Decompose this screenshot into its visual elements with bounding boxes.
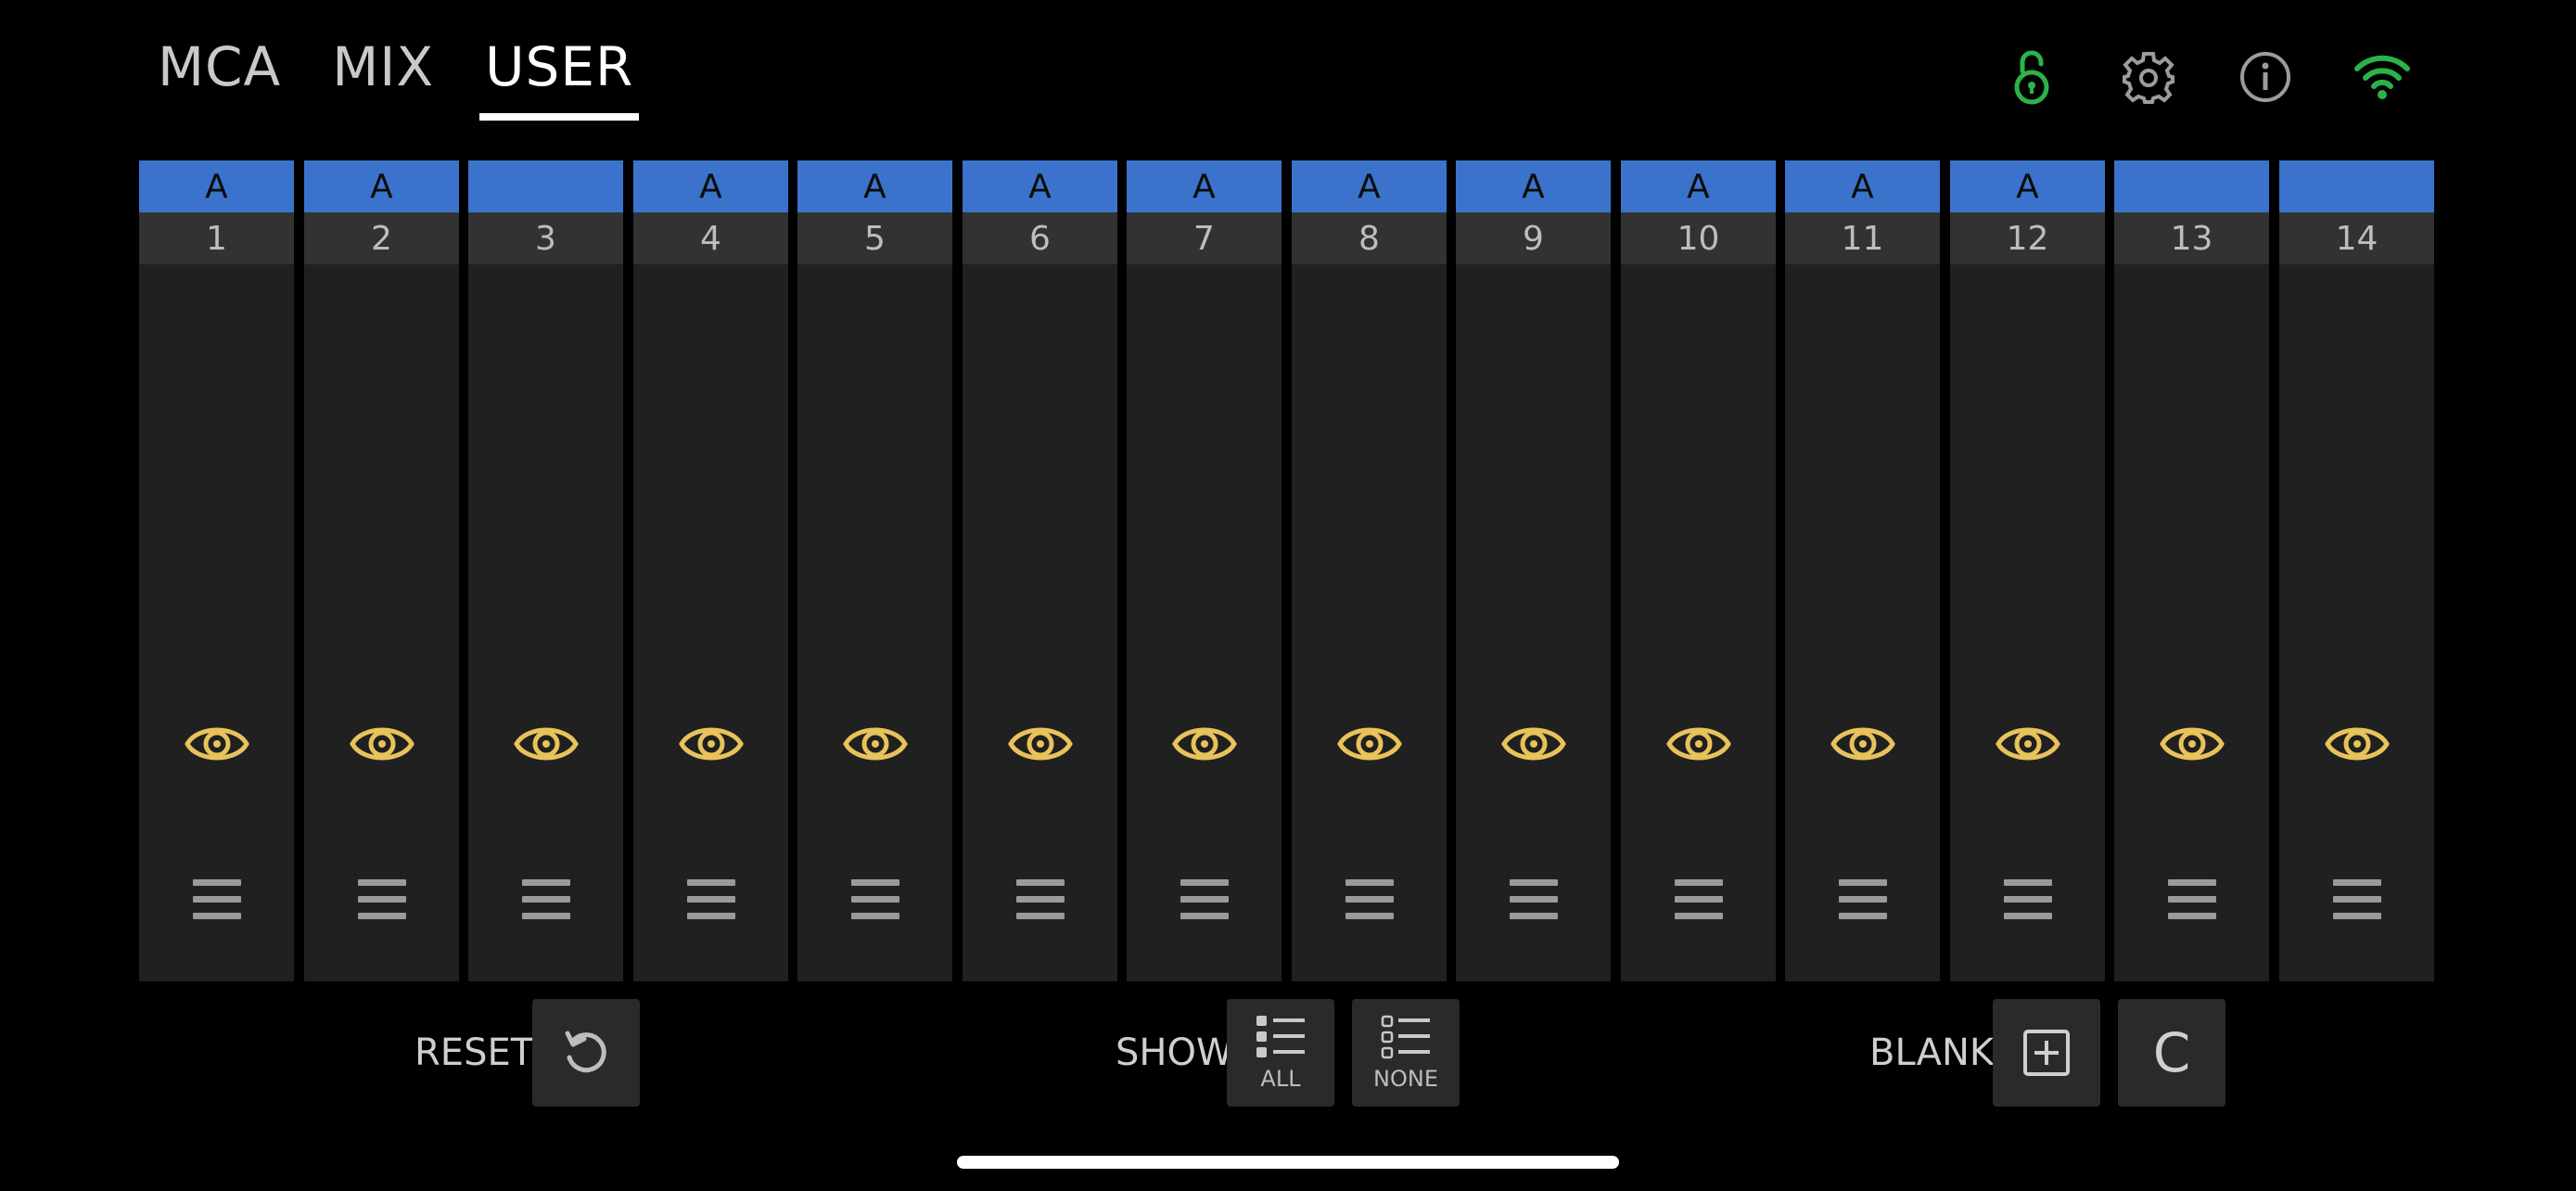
tab-user[interactable]: USER bbox=[479, 0, 640, 121]
tab-mix[interactable]: MIX bbox=[332, 0, 434, 121]
strip-number: 1 bbox=[139, 212, 294, 264]
strip-number: 13 bbox=[2114, 212, 2269, 264]
checklist-empty-icon bbox=[1381, 1015, 1430, 1059]
strip-number: 11 bbox=[1785, 212, 1940, 264]
checklist-filled-icon bbox=[1256, 1016, 1305, 1057]
strip-tag[interactable]: A bbox=[797, 160, 952, 212]
strip-tag[interactable]: A bbox=[1127, 160, 1282, 212]
hamburger-menu-icon[interactable] bbox=[1345, 879, 1394, 922]
eye-icon[interactable] bbox=[2159, 720, 2225, 768]
clear-button-label: C bbox=[2152, 1021, 2191, 1084]
clear-button[interactable]: C bbox=[2118, 999, 2225, 1107]
tab-bar: MCA MIX USER bbox=[158, 0, 684, 130]
strip-tag[interactable]: A bbox=[304, 160, 459, 212]
hamburger-menu-icon[interactable] bbox=[686, 879, 735, 922]
channel-strip[interactable]: A 2 bbox=[304, 160, 459, 981]
eye-icon[interactable] bbox=[1665, 720, 1731, 768]
strip-tag[interactable]: A bbox=[1456, 160, 1611, 212]
channel-strip[interactable]: A 1 bbox=[139, 160, 294, 981]
strip-tag[interactable]: A bbox=[1621, 160, 1776, 212]
strip-tag[interactable]: A bbox=[139, 160, 294, 212]
strip-tag[interactable] bbox=[2279, 160, 2434, 212]
strip-number: 5 bbox=[797, 212, 952, 264]
show-none-button[interactable]: NONE bbox=[1352, 999, 1460, 1107]
hamburger-menu-icon[interactable] bbox=[850, 879, 899, 922]
reset-button[interactable] bbox=[532, 999, 640, 1107]
channel-strip[interactable]: A 10 bbox=[1621, 160, 1776, 981]
eye-icon[interactable] bbox=[1995, 720, 2060, 768]
channel-strip[interactable]: 14 bbox=[2279, 160, 2434, 981]
hamburger-menu-icon[interactable] bbox=[521, 879, 570, 922]
strip-number: 8 bbox=[1292, 212, 1447, 264]
unlocked-padlock-icon[interactable] bbox=[2003, 48, 2060, 106]
strip-tag[interactable]: A bbox=[1950, 160, 2105, 212]
strip-tag[interactable]: A bbox=[963, 160, 1117, 212]
hamburger-menu-icon[interactable] bbox=[1509, 879, 1558, 922]
strip-number: 14 bbox=[2279, 212, 2434, 264]
blank-label: BLANK bbox=[1869, 1031, 1995, 1074]
eye-icon[interactable] bbox=[842, 720, 908, 768]
hamburger-menu-icon[interactable] bbox=[357, 879, 406, 922]
strip-tag[interactable] bbox=[2114, 160, 2269, 212]
home-indicator[interactable] bbox=[957, 1156, 1619, 1169]
eye-icon[interactable] bbox=[1171, 720, 1237, 768]
strip-tag[interactable] bbox=[468, 160, 623, 212]
channel-strips: A 1 A 2 3 A 4 A 5 A 6 A 7 A 8 A 9 A 10 A… bbox=[139, 160, 2437, 981]
eye-icon[interactable] bbox=[2324, 720, 2390, 768]
channel-strip[interactable]: A 11 bbox=[1785, 160, 1940, 981]
hamburger-menu-icon[interactable] bbox=[1180, 879, 1229, 922]
strip-number: 4 bbox=[633, 212, 788, 264]
wifi-icon[interactable] bbox=[2353, 48, 2411, 106]
plus-square-icon bbox=[2023, 1030, 2070, 1076]
strip-tag[interactable]: A bbox=[1292, 160, 1447, 212]
strip-tag[interactable]: A bbox=[633, 160, 788, 212]
eye-icon[interactable] bbox=[1336, 720, 1402, 768]
strip-number: 2 bbox=[304, 212, 459, 264]
hamburger-menu-icon[interactable] bbox=[2332, 879, 2381, 922]
tab-mca[interactable]: MCA bbox=[158, 0, 281, 121]
strip-number: 12 bbox=[1950, 212, 2105, 264]
channel-strip[interactable]: A 5 bbox=[797, 160, 952, 981]
hamburger-menu-icon[interactable] bbox=[2003, 879, 2052, 922]
show-none-label: NONE bbox=[1373, 1066, 1438, 1092]
gear-icon[interactable] bbox=[2120, 48, 2177, 106]
hamburger-menu-icon[interactable] bbox=[2167, 879, 2216, 922]
strip-number: 10 bbox=[1621, 212, 1776, 264]
strip-number: 7 bbox=[1127, 212, 1282, 264]
strip-tag[interactable]: A bbox=[1785, 160, 1940, 212]
show-label: SHOW bbox=[1116, 1031, 1233, 1074]
eye-icon[interactable] bbox=[1500, 720, 1566, 768]
channel-strip[interactable]: A 6 bbox=[963, 160, 1117, 981]
hamburger-menu-icon[interactable] bbox=[1674, 879, 1723, 922]
eye-icon[interactable] bbox=[184, 720, 249, 768]
hamburger-menu-icon[interactable] bbox=[1838, 879, 1887, 922]
reset-label: RESET bbox=[414, 1031, 534, 1074]
channel-strip[interactable]: 13 bbox=[2114, 160, 2269, 981]
strip-number: 3 bbox=[468, 212, 623, 264]
eye-icon[interactable] bbox=[513, 720, 579, 768]
channel-strip[interactable]: 3 bbox=[468, 160, 623, 981]
channel-strip[interactable]: A 9 bbox=[1456, 160, 1611, 981]
eye-icon[interactable] bbox=[678, 720, 744, 768]
hamburger-menu-icon[interactable] bbox=[192, 879, 241, 922]
eye-icon[interactable] bbox=[1830, 720, 1895, 768]
eye-icon[interactable] bbox=[1007, 720, 1073, 768]
strip-number: 9 bbox=[1456, 212, 1611, 264]
toolbar-icons bbox=[2003, 48, 2411, 106]
channel-strip[interactable]: A 8 bbox=[1292, 160, 1447, 981]
eye-icon[interactable] bbox=[349, 720, 414, 768]
strip-number: 6 bbox=[963, 212, 1117, 264]
channel-strip[interactable]: A 4 bbox=[633, 160, 788, 981]
show-all-button[interactable]: ALL bbox=[1227, 999, 1334, 1107]
hamburger-menu-icon[interactable] bbox=[1015, 879, 1065, 922]
channel-strip[interactable]: A 12 bbox=[1950, 160, 2105, 981]
channel-strip[interactable]: A 7 bbox=[1127, 160, 1282, 981]
undo-icon bbox=[565, 1031, 606, 1073]
show-all-label: ALL bbox=[1260, 1066, 1301, 1092]
add-blank-button[interactable] bbox=[1993, 999, 2100, 1107]
info-icon[interactable] bbox=[2237, 48, 2294, 106]
